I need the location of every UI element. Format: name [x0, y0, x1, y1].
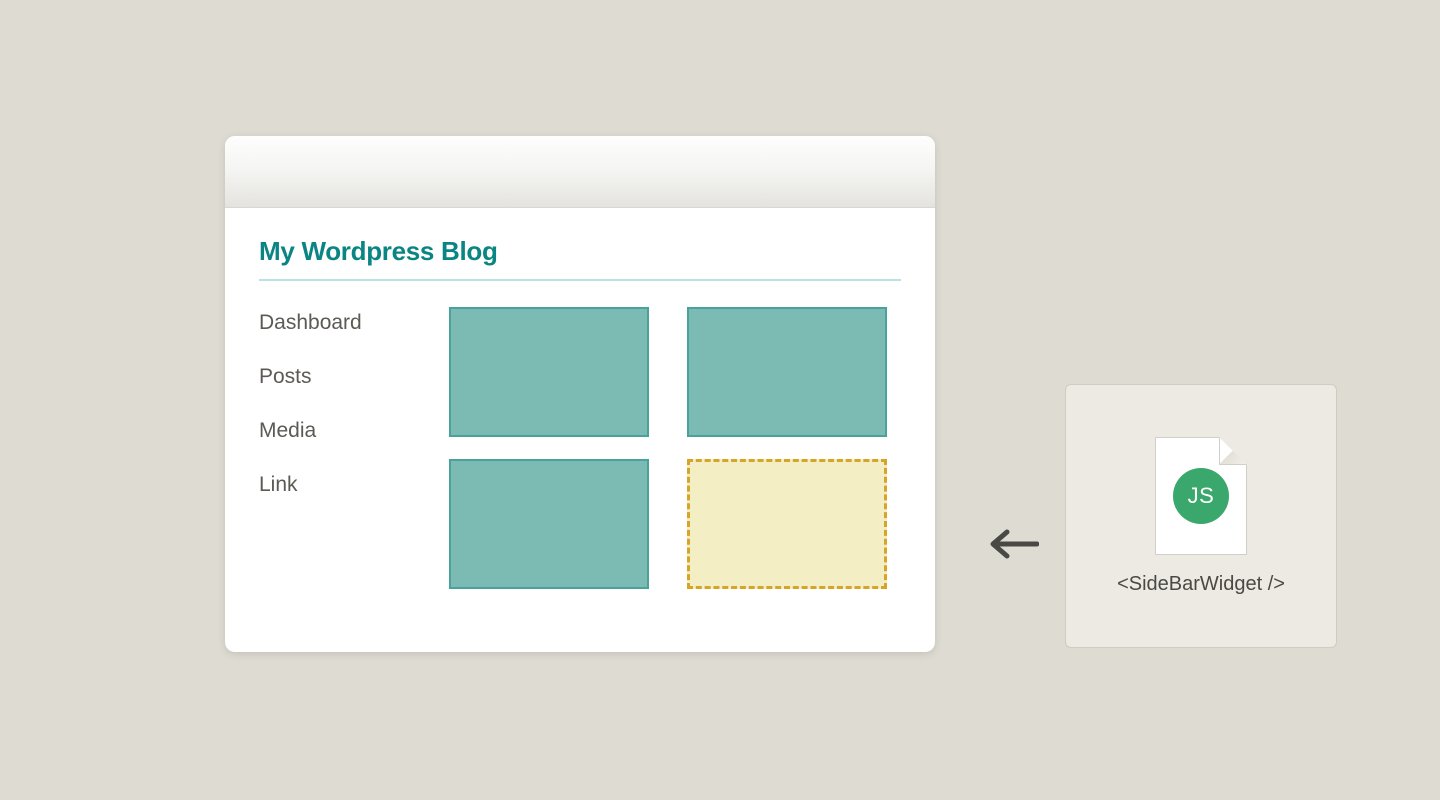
widget-grid: [449, 307, 887, 589]
sidebar-item-posts[interactable]: Posts: [259, 365, 409, 389]
widget-drop-zone[interactable]: [687, 459, 887, 589]
component-label: <SideBarWidget />: [1117, 573, 1285, 596]
title-divider: [259, 279, 901, 281]
site-title: My Wordpress Blog: [259, 236, 901, 267]
window-titlebar: [225, 136, 935, 208]
sidebar-item-link[interactable]: Link: [259, 473, 409, 497]
widget-tile[interactable]: [449, 459, 649, 589]
window-content: My Wordpress Blog Dashboard Posts Media …: [225, 208, 935, 623]
browser-window: My Wordpress Blog Dashboard Posts Media …: [225, 136, 935, 652]
body-row: Dashboard Posts Media Link: [259, 307, 901, 589]
component-card[interactable]: JS <SideBarWidget />: [1065, 384, 1337, 648]
file-corner-fold: [1219, 437, 1247, 465]
admin-sidebar: Dashboard Posts Media Link: [259, 307, 409, 589]
widget-tile[interactable]: [449, 307, 649, 437]
js-file-icon: JS: [1155, 437, 1247, 555]
sidebar-item-media[interactable]: Media: [259, 419, 409, 443]
sidebar-item-dashboard[interactable]: Dashboard: [259, 311, 409, 335]
js-badge: JS: [1173, 468, 1229, 524]
widget-tile[interactable]: [687, 307, 887, 437]
arrow-left-icon: [987, 524, 1039, 569]
